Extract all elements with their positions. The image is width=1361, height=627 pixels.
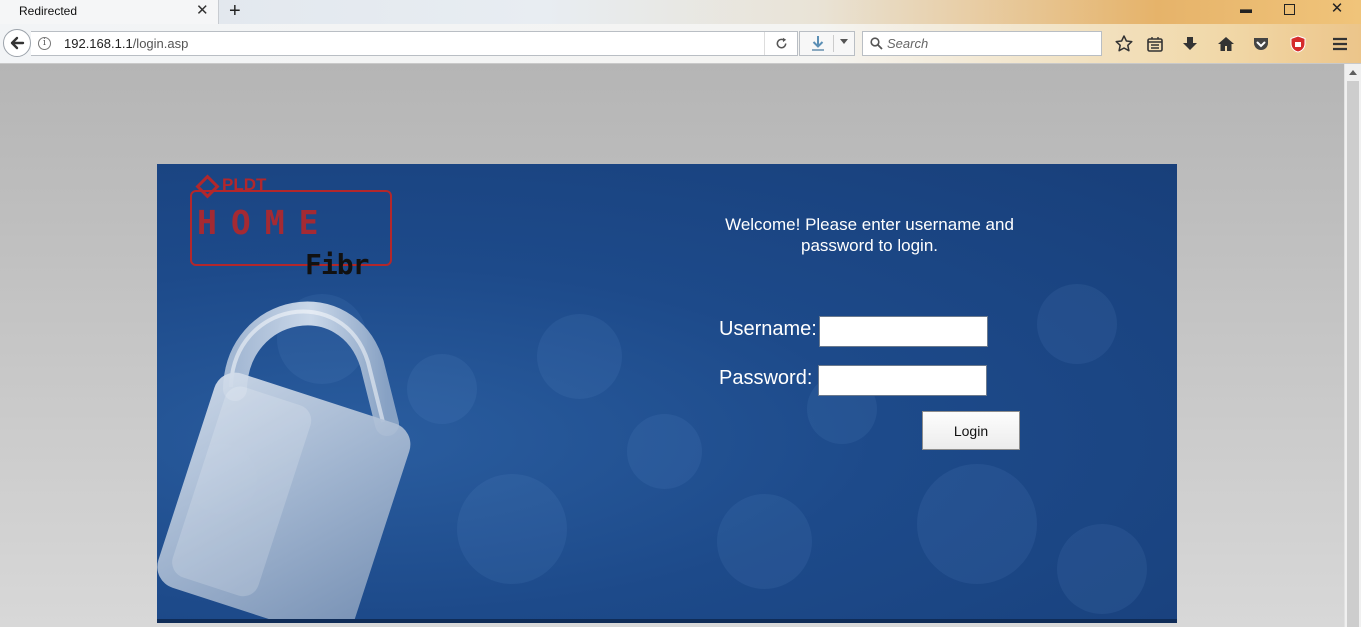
back-icon — [10, 36, 25, 50]
downloads-icon[interactable] — [1180, 34, 1200, 54]
active-tab[interactable]: Redirected ✕ — [0, 0, 219, 24]
bg-bubble — [717, 494, 812, 589]
bg-bubble — [627, 414, 702, 489]
password-input[interactable] — [818, 365, 987, 396]
login-panel: PLDT HOME Fibr Welcome! Please enter use… — [157, 164, 1177, 623]
restore-icon[interactable] — [1284, 4, 1295, 15]
url-text[interactable]: 192.168.1.1/login.asp — [64, 36, 188, 51]
download-split-button[interactable] — [799, 31, 855, 56]
url-path: /login.asp — [132, 36, 189, 51]
logo-product: HOME — [197, 203, 333, 242]
logo-sub: Fibr — [305, 248, 369, 281]
url-bar[interactable]: i 192.168.1.1/login.asp — [31, 31, 798, 56]
tab-title: Redirected — [19, 4, 78, 18]
bg-bubble — [1057, 524, 1147, 614]
bg-bubble — [1037, 284, 1117, 364]
username-input[interactable] — [819, 316, 988, 347]
home-icon[interactable] — [1216, 34, 1236, 54]
scroll-up-icon[interactable] — [1349, 70, 1357, 75]
nav-bar: i 192.168.1.1/login.asp — [0, 24, 1361, 64]
bg-bubble — [407, 354, 477, 424]
menu-icon[interactable] — [1330, 34, 1350, 54]
url-host: 192.168.1.1 — [64, 36, 133, 51]
scrollbar-thumb[interactable] — [1347, 81, 1359, 627]
pocket-icon[interactable] — [1251, 34, 1271, 54]
username-label: Username: — [719, 318, 817, 340]
search-bar[interactable] — [862, 31, 1102, 56]
welcome-message: Welcome! Please enter username and passw… — [707, 214, 1032, 256]
shield-addon-icon[interactable] — [1288, 34, 1308, 54]
page-content: PLDT HOME Fibr Welcome! Please enter use… — [0, 64, 1344, 627]
chevron-down-icon[interactable] — [840, 39, 848, 44]
close-icon[interactable]: ✕ — [1330, 1, 1344, 16]
back-button[interactable] — [3, 29, 31, 57]
reading-list-icon[interactable] — [1145, 34, 1165, 54]
bg-bubble — [537, 314, 622, 399]
search-icon — [870, 37, 883, 50]
split-divider — [833, 35, 834, 52]
tab-bar: Redirected ✕ + ▬ ✕ — [0, 0, 1361, 24]
bg-bubble — [457, 474, 567, 584]
minimize-icon[interactable]: ▬ — [1239, 2, 1253, 16]
login-button[interactable]: Login — [922, 411, 1020, 450]
reload-icon — [776, 37, 787, 49]
info-icon[interactable]: i — [38, 37, 51, 50]
reload-button[interactable] — [764, 32, 797, 55]
new-tab-icon[interactable]: + — [229, 0, 241, 22]
download-icon — [812, 36, 824, 51]
vertical-scrollbar[interactable] — [1344, 64, 1361, 627]
padlock-icon — [157, 301, 411, 623]
welcome-line-2: password to login. — [800, 236, 939, 255]
password-label: Password: — [719, 367, 813, 389]
pldt-home-fibr-logo: PLDT HOME Fibr — [187, 172, 397, 281]
bg-bubble — [917, 464, 1037, 584]
panel-bottom-border — [157, 619, 1177, 623]
tab-close-icon[interactable]: ✕ — [196, 3, 209, 19]
bookmark-star-icon[interactable] — [1114, 34, 1134, 54]
search-input[interactable] — [887, 34, 1097, 53]
welcome-line-1: Welcome! Please enter username and — [725, 215, 1014, 234]
